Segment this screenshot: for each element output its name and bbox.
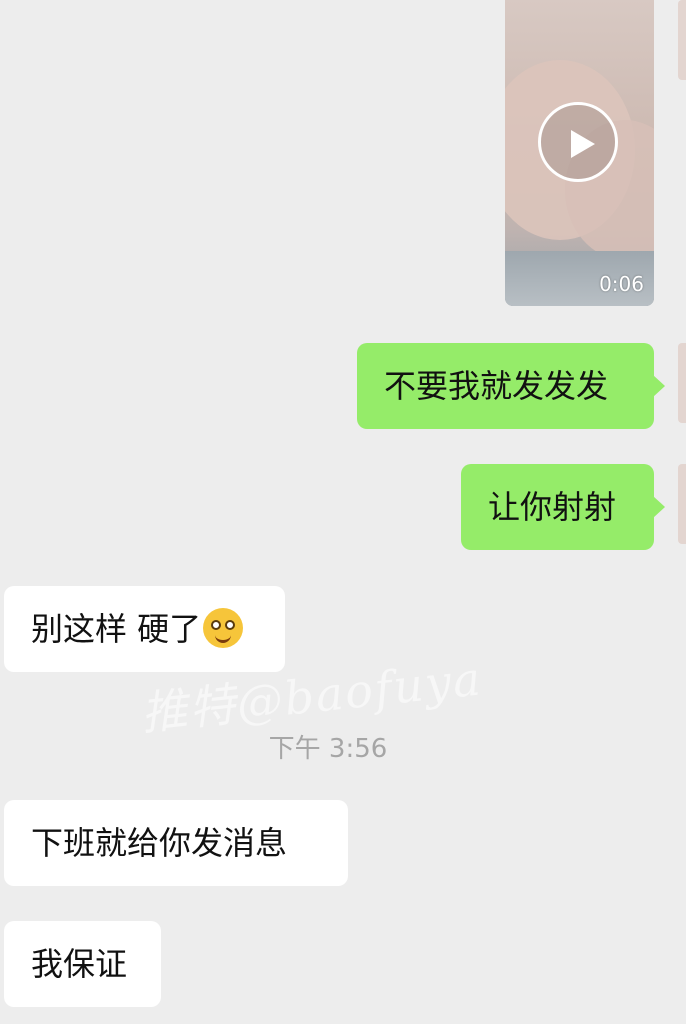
avatar[interactable] [678, 0, 686, 80]
avatar[interactable] [678, 464, 686, 544]
video-duration: 0:06 [599, 272, 644, 296]
play-icon[interactable] [538, 102, 618, 182]
video-message[interactable]: 0:06 [505, 0, 654, 306]
message-text: 别这样 硬了 [31, 610, 202, 648]
message-text: 不要我就发发发 [384, 367, 609, 405]
avatar[interactable] [678, 343, 686, 423]
message-bubble-incoming[interactable]: 我保证 [4, 921, 161, 1007]
message-bubble-outgoing[interactable]: 让你射射 [461, 464, 665, 550]
drooling-face-icon [203, 608, 244, 648]
timestamp: 下午 3:56 [268, 734, 388, 764]
message-text: 让你射射 [488, 488, 617, 526]
message-text: 下班就给你发消息 [31, 824, 288, 862]
message-text: 我保证 [31, 945, 128, 983]
message-bubble-outgoing[interactable]: 不要我就发发发 [357, 343, 665, 429]
message-bubble-incoming[interactable]: 下班就给你发消息 [4, 800, 348, 886]
message-bubble-incoming[interactable]: 别这样 硬了 [4, 586, 285, 672]
